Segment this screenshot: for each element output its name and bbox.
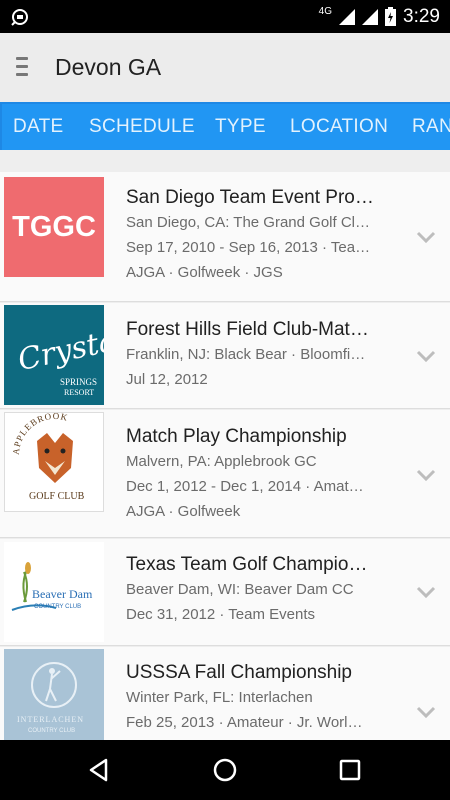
- event-location: San Diego, CA: The Grand Golf Cl…: [126, 214, 370, 231]
- tab-date[interactable]: DATE: [13, 116, 63, 138]
- event-title: San Diego Team Event Pro…: [126, 187, 374, 208]
- svg-text:Crystal: Crystal: [15, 321, 104, 378]
- event-dates: Dec 1, 2012 - Dec 1, 2014 · Amat…: [126, 478, 364, 495]
- tab-bar: DATE SCHEDULE TYPE LOCATION RAN: [0, 102, 450, 150]
- list-item[interactable]: TGGC San Diego Team Event Pro… San Diego…: [0, 172, 450, 302]
- event-dates: Sep 17, 2010 - Sep 16, 2013 · Tea…: [126, 239, 371, 256]
- svg-text:COUNTRY CLUB: COUNTRY CLUB: [28, 728, 75, 734]
- logo-text: TGGC: [12, 211, 96, 243]
- event-title: Forest Hills Field Club-Mat…: [126, 319, 369, 340]
- chevron-down-icon[interactable]: [416, 230, 436, 244]
- event-location: Beaver Dam, WI: Beaver Dam CC: [126, 581, 354, 598]
- navigation-bar: [0, 740, 450, 800]
- clock: 3:29: [403, 5, 440, 27]
- chevron-down-icon[interactable]: [416, 349, 436, 363]
- tab-location[interactable]: LOCATION: [290, 116, 388, 138]
- event-dates: Jul 12, 2012: [126, 371, 208, 388]
- event-location: Malvern, PA: Applebrook GC: [126, 453, 317, 470]
- applebrook-logo: APPLEBROOK GOLF CLUB: [11, 413, 85, 502]
- event-location: Franklin, NJ: Black Bear · Bloomfi…: [126, 346, 366, 363]
- event-title: USSSA Fall Championship: [126, 662, 352, 683]
- event-dates: Dec 31, 2012 · Team Events: [126, 606, 315, 623]
- network-type-label: 4G: [318, 6, 333, 17]
- svg-text:SPRINGS: SPRINGS: [60, 377, 97, 387]
- signal-icon: [339, 8, 356, 25]
- tab-type[interactable]: TYPE: [215, 116, 266, 138]
- chevron-down-icon[interactable]: [416, 468, 436, 482]
- svg-text:COUNTRY CLUB: COUNTRY CLUB: [34, 604, 81, 610]
- event-logo: Beaver Dam COUNTRY CLUB: [4, 542, 104, 642]
- interlachen-logo: INTERLACHEN COUNTRY CLUB: [17, 662, 84, 734]
- svg-text:INTERLACHEN: INTERLACHEN: [17, 715, 84, 724]
- svg-text:Beaver Dam: Beaver Dam: [32, 587, 93, 601]
- svg-text:GOLF CLUB: GOLF CLUB: [29, 491, 85, 502]
- chevron-down-icon[interactable]: [416, 585, 436, 599]
- home-icon[interactable]: [210, 755, 240, 785]
- back-icon[interactable]: [84, 755, 114, 785]
- app-bar: Devon GA: [0, 33, 450, 102]
- chevron-down-icon[interactable]: [416, 705, 436, 719]
- event-title: Match Play Championship: [126, 426, 347, 447]
- list-item[interactable]: Crystal SPRINGS RESORT Forest Hills Fiel…: [0, 303, 450, 409]
- event-logo: Crystal SPRINGS RESORT: [4, 305, 104, 405]
- status-bar: 4G 3:29: [0, 0, 450, 33]
- event-location: Winter Park, FL: Interlachen: [126, 689, 313, 706]
- recents-icon[interactable]: [335, 755, 365, 785]
- event-dates: Feb 25, 2013 · Amateur · Jr. Worl…: [126, 714, 363, 731]
- event-logo: INTERLACHEN COUNTRY CLUB: [4, 649, 104, 740]
- tab-rank[interactable]: RAN: [412, 116, 450, 138]
- menu-icon[interactable]: [16, 57, 30, 77]
- event-tags: AJGA · Golfweek · JGS: [126, 264, 283, 281]
- list-item[interactable]: APPLEBROOK GOLF CLUB Match Play Champion…: [0, 410, 450, 538]
- list-item[interactable]: INTERLACHEN COUNTRY CLUB USSSA Fall Cham…: [0, 647, 450, 740]
- wifi-icon: [362, 8, 379, 25]
- event-tags: AJGA · Golfweek: [126, 503, 241, 520]
- crystal-springs-logo: Crystal SPRINGS RESORT: [15, 321, 104, 397]
- page-title: Devon GA: [55, 54, 162, 80]
- event-list: TGGC San Diego Team Event Pro… San Diego…: [0, 172, 450, 740]
- beaver-dam-logo: Beaver Dam COUNTRY CLUB: [11, 562, 93, 611]
- event-logo: TGGC: [4, 177, 104, 277]
- list-item[interactable]: Beaver Dam COUNTRY CLUB Texas Team Golf …: [0, 539, 450, 646]
- svg-text:RESORT: RESORT: [64, 388, 94, 397]
- tab-schedule[interactable]: SCHEDULE: [89, 116, 195, 138]
- notification-icon: [11, 9, 28, 26]
- event-title: Texas Team Golf Champio…: [126, 554, 368, 575]
- battery-icon: [385, 7, 397, 26]
- event-logo: APPLEBROOK GOLF CLUB: [4, 412, 104, 512]
